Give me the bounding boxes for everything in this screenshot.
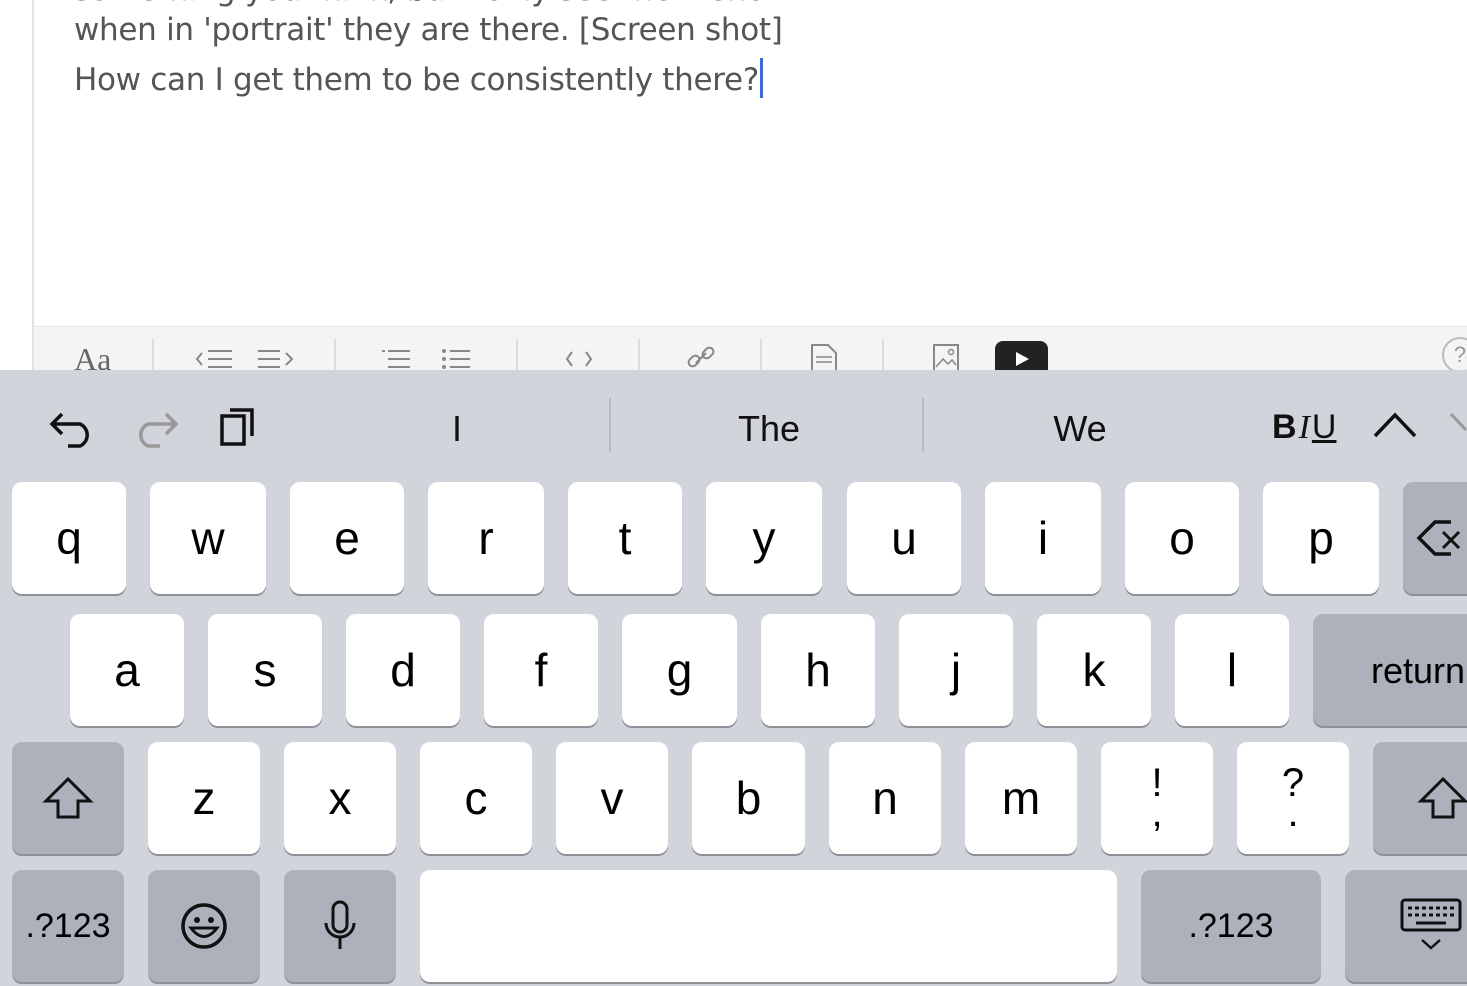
suggestion-word[interactable]: I [357, 408, 557, 450]
key-k[interactable]: k [1037, 614, 1151, 726]
keyboard-dismiss-icon [1400, 898, 1462, 950]
key-exclaim-comma[interactable]: !, [1101, 742, 1213, 854]
clipboard-icon[interactable] [218, 404, 258, 446]
key-i[interactable]: i [985, 482, 1101, 594]
key-x[interactable]: x [284, 742, 396, 854]
indent-icon[interactable] [256, 347, 296, 370]
editor-text-line[interactable]: How can I get them to be consistently th… [74, 58, 763, 98]
toolbar-divider [334, 339, 336, 370]
outdent-icon[interactable] [194, 347, 234, 370]
numbers-key-left[interactable]: .?123 [12, 870, 124, 982]
space-key[interactable] [420, 870, 1117, 982]
key-n[interactable]: n [829, 742, 941, 854]
editor-left-border [32, 0, 34, 370]
return-key[interactable]: return [1313, 614, 1467, 726]
key-j[interactable]: j [899, 614, 1013, 726]
key-a[interactable]: a [70, 614, 184, 726]
shift-key-left[interactable] [12, 742, 124, 854]
suggestion-divider [922, 398, 924, 452]
video-icon[interactable] [995, 341, 1048, 370]
undo-icon[interactable] [46, 406, 96, 448]
chevron-up-icon[interactable] [1372, 410, 1418, 440]
suggestion-word[interactable]: We [980, 408, 1180, 450]
key-q[interactable]: q [12, 482, 126, 594]
hide-keyboard-key[interactable] [1345, 870, 1467, 982]
emoji-icon [181, 903, 227, 949]
key-w[interactable]: w [150, 482, 266, 594]
image-icon[interactable] [932, 343, 960, 370]
backspace-key[interactable] [1403, 482, 1467, 594]
suggestion-divider [609, 398, 611, 452]
bullet-list-icon[interactable] [442, 347, 472, 370]
key-h[interactable]: h [761, 614, 875, 726]
microphone-icon [324, 900, 356, 949]
key-v[interactable]: v [556, 742, 668, 854]
note-editor[interactable]: something you think, but I only see them… [0, 0, 1467, 370]
format-toolbar: Aa ? [34, 326, 1467, 370]
key-s[interactable]: s [208, 614, 322, 726]
toolbar-divider [152, 339, 154, 370]
key-m[interactable]: m [965, 742, 1077, 854]
text-caret [759, 58, 763, 98]
shortcut-bar: I The We BIU [0, 370, 1467, 480]
key-f[interactable]: f [484, 614, 598, 726]
dictation-key[interactable] [284, 870, 396, 982]
toolbar-divider [516, 339, 518, 370]
numbered-list-icon[interactable] [382, 347, 412, 370]
suggestion-word[interactable]: The [669, 408, 869, 450]
toolbar-divider [882, 339, 884, 370]
key-question-period[interactable]: ?. [1237, 742, 1349, 854]
toolbar-divider [760, 339, 762, 370]
backspace-icon [1416, 520, 1461, 556]
key-d[interactable]: d [346, 614, 460, 726]
text-format-button[interactable]: BIU [1272, 408, 1336, 447]
editor-text-line[interactable]: something you think, but I only see them… [74, 0, 810, 8]
toolbar-divider [638, 339, 640, 370]
emoji-key[interactable] [148, 870, 260, 982]
link-icon[interactable] [686, 345, 716, 370]
chevron-down-icon[interactable] [1448, 410, 1467, 440]
font-style-button[interactable]: Aa [74, 341, 111, 370]
key-l[interactable]: l [1175, 614, 1289, 726]
key-u[interactable]: u [847, 482, 961, 594]
key-p[interactable]: p [1263, 482, 1379, 594]
shift-key-right[interactable] [1373, 742, 1467, 854]
key-t[interactable]: t [568, 482, 682, 594]
key-z[interactable]: z [148, 742, 260, 854]
key-o[interactable]: o [1125, 482, 1239, 594]
key-g[interactable]: g [622, 614, 737, 726]
key-b[interactable]: b [692, 742, 805, 854]
editor-text-line[interactable]: when in 'portrait' they are there. [Scre… [74, 12, 783, 48]
document-icon[interactable] [810, 343, 838, 370]
key-c[interactable]: c [420, 742, 532, 854]
shift-icon [42, 776, 94, 819]
onscreen-keyboard: I The We BIU q w e r t y u i o p a s d f… [0, 370, 1467, 986]
numbers-key-right[interactable]: .?123 [1141, 870, 1321, 982]
redo-icon[interactable] [132, 406, 182, 448]
shift-icon [1417, 776, 1467, 819]
key-y[interactable]: y [706, 482, 822, 594]
code-icon[interactable] [564, 349, 594, 369]
help-icon[interactable]: ? [1442, 337, 1467, 370]
key-e[interactable]: e [290, 482, 404, 594]
key-r[interactable]: r [428, 482, 544, 594]
